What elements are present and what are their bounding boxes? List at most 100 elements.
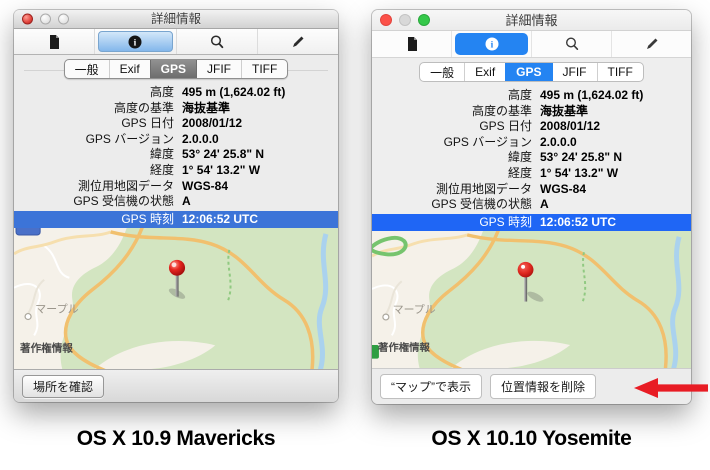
map-view[interactable]: マープル 著作権情報 [372, 230, 691, 368]
table-row[interactable]: GPS 日付 2008/01/12 [372, 119, 691, 135]
selected-table-row[interactable]: GPS 時刻 12:06:52 UTC [14, 210, 338, 228]
svg-text:i: i [134, 38, 137, 48]
zoom-button[interactable] [418, 14, 430, 26]
search-icon [210, 34, 223, 48]
tab-gps[interactable]: GPS [149, 60, 197, 78]
confirm-location-button[interactable]: 場所を確認 [22, 374, 105, 398]
map-tiles: マープル 著作権情報 [14, 227, 338, 369]
selected-table-row[interactable]: GPS 時刻 12:06:52 UTC [372, 213, 691, 231]
mavericks-window: 詳細情報 i 一般 Exif GPS JFIF TIFF 高度 495 m (1… [14, 10, 338, 402]
tab-jfif[interactable]: JFIF [551, 63, 597, 81]
info-icon: i [128, 35, 142, 48]
row-value: A [540, 197, 549, 212]
caption-mavericks: OS X 10.9 Mavericks [76, 427, 276, 450]
gps-data-table: 高度 495 m (1,624.02 ft) 高度の基準 海抜基準 GPS 日付 20… [372, 88, 691, 213]
table-row[interactable]: GPS 受信機の状態 A [372, 197, 691, 213]
tab-general[interactable]: 一般 [65, 60, 109, 78]
toolbar-info-segment[interactable]: i [451, 31, 531, 57]
metadata-tabs: 一般 Exif GPS JFIF TIFF [419, 62, 644, 82]
row-label: GPS 日付 [479, 119, 532, 134]
gps-info-pane: 一般 Exif GPS JFIF TIFF 高度 495 m (1,624.02 … [372, 58, 691, 368]
tab-exif[interactable]: Exif [464, 63, 505, 81]
table-row[interactable]: 測位用地図データ WGS-84 [14, 179, 338, 195]
row-value: 12:06:52 UTC [182, 211, 259, 226]
window-title: 詳細情報 [505, 13, 558, 28]
table-row[interactable]: 高度 495 m (1,624.02 ft) [14, 85, 338, 101]
pencil-icon [646, 38, 657, 49]
table-row[interactable]: 高度の基準 海抜基準 [372, 104, 691, 120]
minimize-button [399, 14, 411, 26]
toolbar: i [372, 31, 691, 58]
table-row[interactable]: GPS 受信機の状態 A [14, 194, 338, 210]
table-row[interactable]: 高度 495 m (1,624.02 ft) [372, 88, 691, 104]
table-row[interactable]: 緯度 53° 24' 25.8" N [372, 150, 691, 166]
remove-location-button[interactable]: 位置情報を削除 [490, 374, 597, 399]
gps-info-pane: 一般 Exif GPS JFIF TIFF 高度 495 m (1,624.02 … [14, 55, 338, 369]
row-label: 緯度 [507, 150, 532, 165]
row-label: 高度 [507, 88, 532, 102]
table-row[interactable]: GPS 日付 2008/01/12 [14, 116, 338, 132]
map-copyright-label[interactable]: 著作権情報 [19, 341, 73, 354]
table-row[interactable]: 測位用地図データ WGS-84 [372, 182, 691, 198]
row-label: 高度の基準 [471, 103, 532, 118]
toolbar-document-segment[interactable] [14, 29, 94, 54]
tab-tiff[interactable]: TIFF [241, 60, 287, 78]
row-label: GPS 時刻 [479, 214, 532, 229]
svg-text:i: i [490, 40, 493, 50]
row-value: 海抜基準 [540, 103, 589, 118]
titlebar[interactable]: 詳細情報 [14, 10, 338, 29]
table-row[interactable]: 高度の基準 海抜基準 [14, 101, 338, 117]
row-label: GPS 時刻 [121, 211, 174, 226]
yosemite-window: 詳細情報 i 一般 Exif GPS JFIF TIFF 高度 495 m (1… [372, 10, 691, 404]
table-row[interactable]: GPS バージョン 2.0.0.0 [372, 135, 691, 151]
toolbar-edit-segment[interactable] [611, 31, 691, 57]
row-label: 測位用地図データ [435, 181, 532, 196]
row-label: GPS 受信機の状態 [73, 194, 174, 209]
tab-jfif[interactable]: JFIF [196, 60, 241, 78]
row-value: 2.0.0.0 [540, 134, 577, 149]
row-label: 経度 [149, 162, 174, 177]
document-icon [407, 37, 417, 51]
row-label: GPS バージョン [443, 134, 532, 149]
row-label: 高度の基準 [113, 100, 174, 115]
toolbar-search-segment[interactable] [531, 31, 611, 57]
map-view[interactable]: マープル 著作権情報 [14, 227, 338, 369]
row-value: A [182, 194, 191, 209]
table-row[interactable]: 緯度 53° 24' 25.8" N [14, 147, 338, 163]
titlebar[interactable]: 詳細情報 [372, 10, 691, 31]
table-row[interactable]: GPS バージョン 2.0.0.0 [14, 132, 338, 148]
row-value: 12:06:52 UTC [540, 214, 617, 229]
tab-tiff[interactable]: TIFF [596, 63, 643, 81]
table-row[interactable]: 経度 1° 54' 13.2" W [372, 166, 691, 182]
window-title: 詳細情報 [150, 12, 201, 26]
pencil-icon [292, 36, 304, 47]
row-value: 2.0.0.0 [182, 131, 219, 146]
tab-general[interactable]: 一般 [420, 63, 464, 81]
close-button[interactable] [380, 14, 392, 26]
close-button[interactable] [22, 13, 33, 25]
toolbar-search-segment[interactable] [175, 29, 257, 54]
row-value: 53° 24' 25.8" N [182, 147, 265, 162]
document-icon [50, 34, 60, 49]
table-row[interactable]: 経度 1° 54' 13.2" W [14, 163, 338, 179]
map-place-label: マープル [35, 302, 79, 315]
toolbar-document-segment[interactable] [372, 31, 451, 57]
tab-exif[interactable]: Exif [108, 60, 150, 78]
tab-gps[interactable]: GPS [505, 63, 552, 81]
row-value: 2008/01/12 [540, 119, 601, 134]
toolbar-info-segment[interactable]: i [94, 29, 175, 54]
search-icon [565, 37, 578, 50]
map-copyright-label[interactable]: 著作権情報 [377, 341, 431, 354]
traffic-lights [22, 13, 69, 25]
toolbar: i [14, 29, 338, 55]
caption-yosemite: OS X 10.10 Yosemite [431, 427, 632, 450]
minimize-button [40, 13, 51, 25]
traffic-lights [380, 14, 430, 26]
toolbar-edit-segment[interactable] [256, 29, 338, 54]
row-value: 2008/01/12 [182, 116, 243, 131]
row-label: 測位用地図データ [77, 178, 174, 193]
show-in-maps-button[interactable]: “マップ”で表示 [380, 374, 482, 399]
row-label: GPS バージョン [85, 131, 174, 146]
tab-strip: 一般 Exif GPS JFIF TIFF [14, 55, 338, 83]
row-value: 1° 54' 13.2" W [182, 162, 261, 177]
